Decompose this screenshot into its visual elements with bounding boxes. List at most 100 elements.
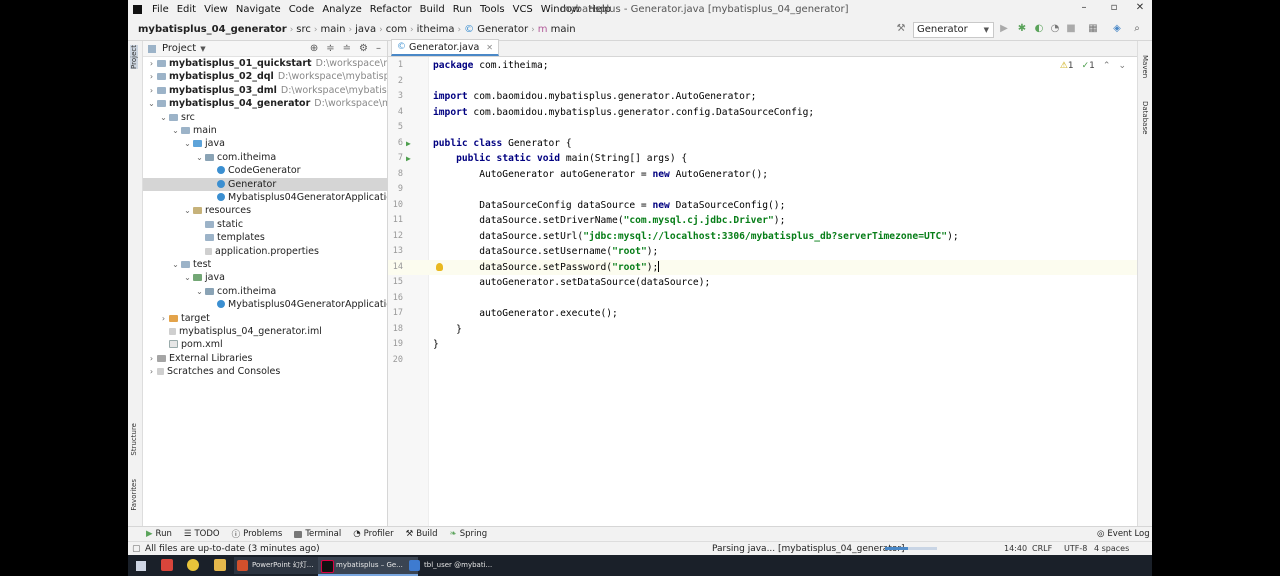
tree-item[interactable]: ⌄ java <box>143 271 387 284</box>
minimize-icon[interactable]: – <box>1074 2 1094 13</box>
code-line[interactable]: 9 <box>388 182 1138 198</box>
tree-item[interactable]: › mybatisplus_01_quickstartD:\workspace\m… <box>143 57 387 70</box>
database-tool-tab[interactable]: Database <box>1141 101 1149 134</box>
code-line[interactable]: 11 dataSource.setDriverName("com.mysql.c… <box>388 213 1138 229</box>
file-explorer-icon[interactable] <box>214 559 226 571</box>
breadcrumb-java[interactable]: java <box>353 24 378 35</box>
code-line[interactable]: 14 dataSource.setPassword("root"); <box>388 259 1138 275</box>
tree-item[interactable]: › mybatisplus_03_dml D:\workspace\mybatisp… <box>143 84 387 97</box>
tree-item[interactable]: static <box>143 218 387 231</box>
hammer-icon[interactable]: ⚒ <box>896 24 906 34</box>
background-task-message[interactable]: Parsing java... [mybatisplus_04_generato… <box>712 542 905 555</box>
coverage-icon[interactable]: ◐ <box>1034 24 1044 34</box>
caret-position[interactable]: 14:40 <box>1004 542 1027 555</box>
tree-item[interactable]: ⌄ src <box>143 111 387 124</box>
code-line[interactable]: 18 } <box>388 322 1138 338</box>
project-tool-tab[interactable]: Project <box>130 45 138 69</box>
profiler-icon[interactable]: ◔ <box>1050 24 1060 34</box>
menu-run[interactable]: Run <box>449 4 476 15</box>
restore-icon[interactable]: ▫ <box>1104 2 1124 13</box>
todo-tool-button[interactable]: ☰ TODO <box>184 529 220 539</box>
event-log-tool-button[interactable]: ◎ Event Log <box>1097 529 1150 539</box>
status-icon[interactable]: ▢ <box>132 542 141 555</box>
taskbar-intellij[interactable]: mybatisplus – Ge... <box>318 557 418 576</box>
hide-icon[interactable]: – <box>376 43 381 54</box>
project-panel-title[interactable]: Project <box>162 43 196 54</box>
expand-all-icon[interactable]: ≑ <box>326 43 334 54</box>
menu-file[interactable]: File <box>148 4 173 15</box>
windows-start-icon[interactable] <box>136 561 146 571</box>
app-icon[interactable] <box>161 559 173 571</box>
breadcrumb-class[interactable]: © Generator <box>462 24 530 35</box>
breadcrumb-itheima[interactable]: itheima <box>415 24 457 35</box>
chevron-down-icon[interactable]: ⌄ <box>183 137 192 150</box>
breadcrumb-src[interactable]: src <box>294 24 313 35</box>
tab-generator-java[interactable]: © Generator.java ✕ <box>391 39 499 56</box>
debug-icon[interactable]: ✱ <box>1017 24 1027 34</box>
run-icon[interactable]: ▶ <box>999 24 1009 34</box>
tree-item[interactable]: Mybatisplus04GeneratorApplicationTests <box>143 298 387 311</box>
code-line[interactable]: 8 AutoGenerator autoGenerator = new Auto… <box>388 167 1138 183</box>
tree-item[interactable]: mybatisplus_04_generator.iml <box>143 325 387 338</box>
menu-edit[interactable]: Edit <box>173 4 200 15</box>
code-line[interactable]: 1 package com.itheima; <box>388 58 1138 74</box>
chevron-down-icon[interactable]: ⌄ <box>171 124 180 137</box>
tree-item[interactable]: ⌄ java <box>143 137 387 150</box>
stop-icon[interactable]: ■ <box>1066 24 1076 34</box>
code-line[interactable]: 20 <box>388 353 1138 369</box>
tree-item[interactable]: templates <box>143 231 387 244</box>
chevron-down-icon[interactable]: ⌄ <box>159 111 168 124</box>
tree-item[interactable]: Generator <box>143 177 387 191</box>
code-line[interactable]: 13 dataSource.setUsername("root"); <box>388 244 1138 260</box>
tree-item[interactable]: › Scratches and Consoles <box>143 365 387 378</box>
code-line[interactable]: 15 autoGenerator.setDataSource(dataSourc… <box>388 275 1138 291</box>
chevron-right-icon[interactable]: › <box>147 84 156 97</box>
code-line[interactable]: 19} <box>388 337 1138 353</box>
tree-item[interactable]: ⌄ com.itheima <box>143 285 387 298</box>
code-line[interactable]: 6 ▶ public class Generator { <box>388 136 1138 152</box>
menu-vcs[interactable]: VCS <box>509 4 537 15</box>
run-gutter-icon[interactable]: ▶ <box>406 136 411 152</box>
tree-item[interactable]: pom.xml <box>143 338 387 351</box>
taskbar-powerpoint[interactable]: PowerPoint 幻灯... <box>234 557 328 574</box>
profiler-tool-button[interactable]: ◔ Profiler <box>353 529 393 539</box>
tree-item[interactable]: ⌄ resources <box>143 204 387 217</box>
run-gutter-icon[interactable]: ▶ <box>406 151 411 167</box>
menu-view[interactable]: View <box>200 4 232 15</box>
code-line[interactable]: 4 import com.baomidou.mybatisplus.generat… <box>388 105 1138 121</box>
favorites-tool-tab[interactable]: Favorites <box>130 479 138 511</box>
file-encoding[interactable]: UTF-8 <box>1064 542 1087 555</box>
terminal-tool-button[interactable]: Terminal <box>294 529 341 539</box>
structure-tool-tab[interactable]: Structure <box>130 423 138 456</box>
code-line[interactable]: 2 <box>388 74 1138 90</box>
close-tab-icon[interactable]: ✕ <box>486 43 493 52</box>
chevron-right-icon[interactable]: › <box>147 352 156 365</box>
menu-build[interactable]: Build <box>416 4 449 15</box>
tree-item[interactable]: Mybatisplus04GeneratorApplication <box>143 191 387 204</box>
breadcrumb-method[interactable]: m main <box>536 24 578 35</box>
chevron-right-icon[interactable]: › <box>147 70 156 83</box>
settings-sync-icon[interactable]: ◈ <box>1112 24 1122 34</box>
chevron-right-icon[interactable]: › <box>147 57 156 70</box>
chevron-down-icon[interactable]: ⌄ <box>147 97 156 110</box>
tree-item[interactable]: ⌄ mybatisplus_04_generatorD:\workspace\my… <box>143 97 387 110</box>
tree-item[interactable]: › mybatisplus_02_dql D:\workspace\mybatisp… <box>143 70 387 83</box>
code-line[interactable]: 16 <box>388 291 1138 307</box>
chevron-down-icon[interactable]: ▼ <box>200 45 205 53</box>
line-separator[interactable]: CRLF <box>1032 542 1052 555</box>
tree-item[interactable]: application.properties <box>143 245 387 258</box>
tree-item[interactable]: CodeGenerator <box>143 164 387 177</box>
chevron-right-icon[interactable]: › <box>159 312 168 325</box>
spring-tool-button[interactable]: ❧ Spring <box>450 529 488 539</box>
close-icon[interactable]: ✕ <box>1130 2 1150 13</box>
build-tool-button[interactable]: ⚒ Build <box>406 529 438 539</box>
run-configuration-select[interactable]: Generator ▼ <box>913 22 994 38</box>
code-line[interactable]: 3 import com.baomidou.mybatisplus.generat… <box>388 89 1138 105</box>
tree-item[interactable]: › target <box>143 312 387 325</box>
code-line[interactable]: 10 DataSourceConfig dataSource = new Dat… <box>388 198 1138 214</box>
tree-item[interactable]: › External Libraries <box>143 352 387 365</box>
chevron-down-icon[interactable]: ⌄ <box>195 285 204 298</box>
tree-item[interactable]: ⌄ test <box>143 258 387 271</box>
tree-item[interactable]: ⌄ main <box>143 124 387 137</box>
problems-tool-button[interactable]: ⓘ Problems <box>232 528 283 540</box>
